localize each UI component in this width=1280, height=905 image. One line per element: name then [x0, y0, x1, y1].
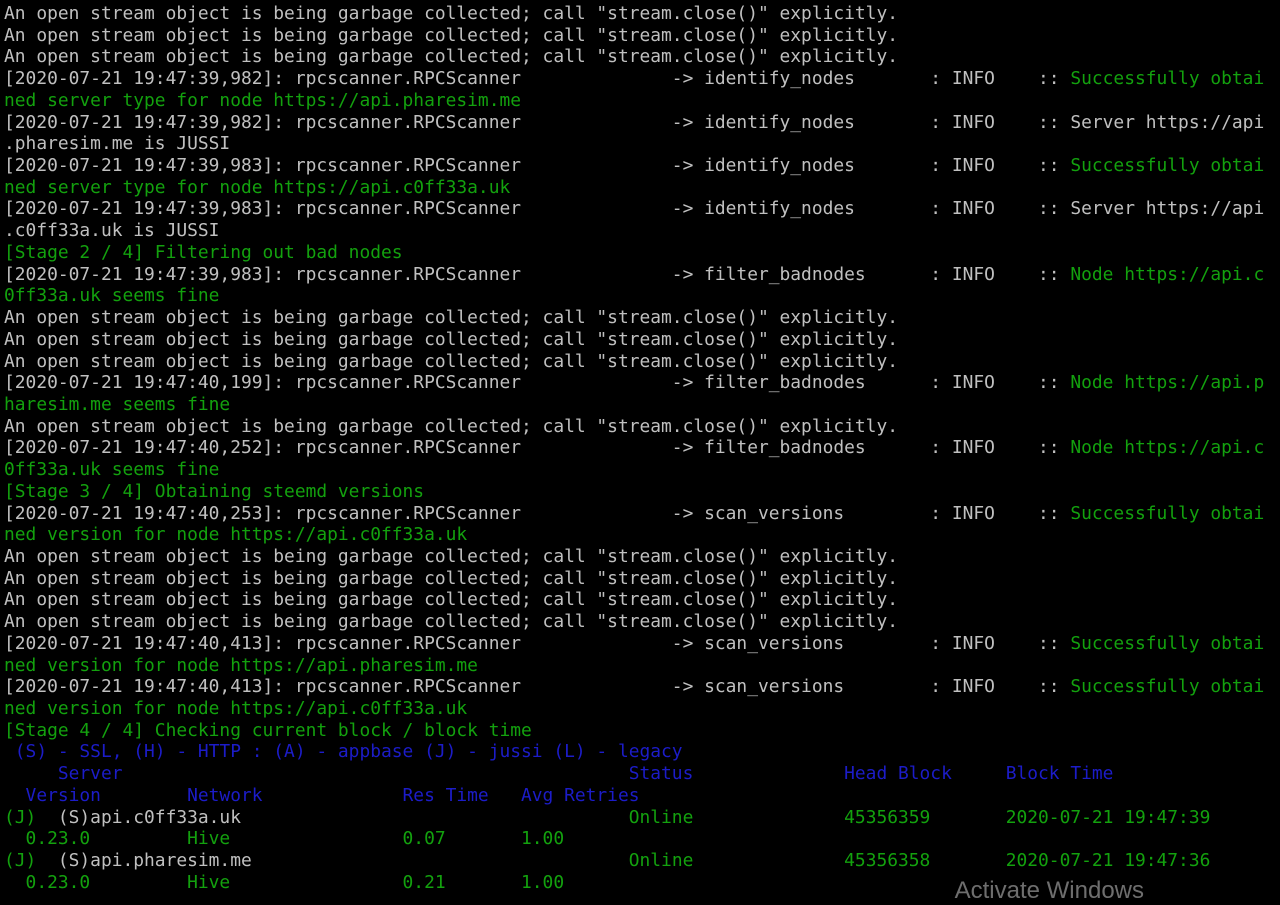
terminal-text-segment: Online 45356358 2020-07-21 19:47:36 — [251, 850, 1211, 872]
terminal-line: An open stream object is being garbage c… — [4, 611, 1280, 633]
terminal-line: [2020-07-21 19:47:39,983]: rpcscanner.RP… — [4, 264, 1280, 286]
terminal-output[interactable]: An open stream object is being garbage c… — [4, 3, 1280, 895]
terminal-text-segment: Successfully obtai — [1070, 68, 1265, 90]
terminal-text-segment: An open stream object is being garbage c… — [4, 307, 898, 329]
terminal-text-segment: [Stage 4 / 4] Checking current block / b… — [4, 719, 532, 741]
terminal-line: ned server type for node https://api.c0f… — [4, 177, 1280, 199]
terminal-text-segment: [2020-07-21 19:47:40,199]: rpcscanner.RP… — [4, 372, 1071, 394]
terminal-text-segment: .pharesim.me is JUSSI — [4, 133, 231, 155]
terminal-text-segment: [Stage 3 / 4] Obtaining steemd versions — [4, 480, 425, 502]
terminal-text-segment: Successfully obtai — [1070, 676, 1265, 698]
terminal-line: [2020-07-21 19:47:40,413]: rpcscanner.RP… — [4, 633, 1280, 655]
terminal-text-segment: .c0ff33a.uk is JUSSI — [4, 220, 220, 242]
terminal-text-segment: Node https://api.c — [1070, 263, 1265, 285]
terminal-text-segment: 0.23.0 Hive 0.07 1.00 — [4, 828, 565, 850]
terminal-line: An open stream object is being garbage c… — [4, 546, 1280, 568]
terminal-line: Version Network Res Time Avg Retries — [4, 785, 1280, 807]
terminal-line: ned server type for node https://api.pha… — [4, 90, 1280, 112]
terminal-text-segment: Successfully obtai — [1070, 502, 1265, 524]
terminal-text-segment: [Stage 2 / 4] Filtering out bad nodes — [4, 241, 403, 263]
terminal-text-segment: 0ff33a.uk seems fine — [4, 459, 220, 481]
terminal-text-segment: An open stream object is being garbage c… — [4, 46, 898, 68]
terminal-text-segment: [2020-07-21 19:47:39,983]: rpcscanner.RP… — [4, 263, 1071, 285]
terminal-text-segment: An open stream object is being garbage c… — [4, 567, 898, 589]
terminal-line: An open stream object is being garbage c… — [4, 25, 1280, 47]
terminal-line: [2020-07-21 19:47:39,983]: rpcscanner.RP… — [4, 198, 1280, 220]
terminal-line: [2020-07-21 19:47:40,252]: rpcscanner.RP… — [4, 437, 1280, 459]
terminal-line: haresim.me seems fine — [4, 394, 1280, 416]
terminal-text-segment: 0ff33a.uk seems fine — [4, 285, 220, 307]
terminal-text-segment: [2020-07-21 19:47:40,413]: rpcscanner.RP… — [4, 632, 1071, 654]
terminal-text-segment: (J) — [4, 850, 58, 872]
terminal-line: ned version for node https://api.c0ff33a… — [4, 698, 1280, 720]
terminal-text-segment: ned version for node https://api.c0ff33a… — [4, 524, 468, 546]
terminal-text-segment: Successfully obtai — [1070, 632, 1265, 654]
terminal-text-segment: [2020-07-21 19:47:39,983]: rpcscanner.RP… — [4, 155, 1071, 177]
terminal-text-segment: An open stream object is being garbage c… — [4, 415, 898, 437]
terminal-text-segment: An open stream object is being garbage c… — [4, 611, 898, 633]
terminal-text-segment: ned server type for node https://api.c0f… — [4, 176, 511, 198]
terminal-line: (J) (S)api.pharesim.me Online 45356358 2… — [4, 850, 1280, 872]
terminal-text-segment: Node https://api.p — [1070, 372, 1265, 394]
terminal-text-segment: (S) - SSL, (H) - HTTP : (A) - appbase (J… — [4, 741, 683, 763]
terminal-line: (J) (S)api.c0ff33a.uk Online 45356359 20… — [4, 807, 1280, 829]
terminal-line: [Stage 4 / 4] Checking current block / b… — [4, 720, 1280, 742]
terminal-line: [2020-07-21 19:47:40,253]: rpcscanner.RP… — [4, 503, 1280, 525]
terminal-line: An open stream object is being garbage c… — [4, 351, 1280, 373]
terminal-text-segment: ned version for node https://api.c0ff33a… — [4, 698, 468, 719]
terminal-line: An open stream object is being garbage c… — [4, 3, 1280, 25]
terminal-text-segment: [2020-07-21 19:47:39,983]: rpcscanner.RP… — [4, 198, 1265, 220]
terminal-line: [2020-07-21 19:47:40,413]: rpcscanner.RP… — [4, 676, 1280, 698]
terminal-line: An open stream object is being garbage c… — [4, 307, 1280, 329]
terminal-line: (S) - SSL, (H) - HTTP : (A) - appbase (J… — [4, 741, 1280, 763]
terminal-text-segment: An open stream object is being garbage c… — [4, 3, 898, 24]
terminal-text-segment: [2020-07-21 19:47:40,253]: rpcscanner.RP… — [4, 502, 1071, 524]
terminal-line: [2020-07-21 19:47:39,982]: rpcscanner.RP… — [4, 68, 1280, 90]
terminal-line: [2020-07-21 19:47:39,982]: rpcscanner.RP… — [4, 112, 1280, 134]
activate-windows-watermark: Activate Windows — [954, 877, 1144, 904]
terminal-line: [2020-07-21 19:47:39,983]: rpcscanner.RP… — [4, 155, 1280, 177]
terminal-line: 0ff33a.uk seems fine — [4, 459, 1280, 481]
terminal-line: An open stream object is being garbage c… — [4, 568, 1280, 590]
terminal-text-segment: An open stream object is being garbage c… — [4, 589, 898, 611]
terminal-text-segment: An open stream object is being garbage c… — [4, 328, 898, 350]
terminal-text-segment: [2020-07-21 19:47:40,252]: rpcscanner.RP… — [4, 437, 1071, 459]
terminal-text-segment: haresim.me seems fine — [4, 393, 231, 415]
terminal-line: 0ff33a.uk seems fine — [4, 285, 1280, 307]
terminal-text-segment: ned server type for node https://api.pha… — [4, 89, 522, 111]
terminal-text-segment: ned version for node https://api.pharesi… — [4, 654, 478, 676]
terminal-line: .c0ff33a.uk is JUSSI — [4, 220, 1280, 242]
terminal-line: .pharesim.me is JUSSI — [4, 133, 1280, 155]
terminal-text-segment: Online 45356359 2020-07-21 19:47:39 — [240, 806, 1211, 828]
terminal-text-segment: An open stream object is being garbage c… — [4, 350, 898, 372]
terminal-text-segment: (S)api.pharesim.me — [57, 850, 252, 872]
terminal-line: An open stream object is being garbage c… — [4, 416, 1280, 438]
terminal-text-segment: (J) — [4, 806, 58, 828]
terminal-line: 0.23.0 Hive 0.07 1.00 — [4, 828, 1280, 850]
terminal-text-segment: Successfully obtai — [1070, 155, 1265, 177]
terminal-line: An open stream object is being garbage c… — [4, 589, 1280, 611]
terminal-text-segment: [2020-07-21 19:47:40,413]: rpcscanner.RP… — [4, 676, 1071, 698]
terminal-text-segment: [2020-07-21 19:47:39,982]: rpcscanner.RP… — [4, 111, 1265, 133]
terminal-text-segment: 0.23.0 Hive 0.21 1.00 — [4, 871, 565, 893]
terminal-text-segment: An open stream object is being garbage c… — [4, 24, 898, 46]
terminal-line: Server Status Head Block Block Time — [4, 763, 1280, 785]
terminal-line: ned version for node https://api.pharesi… — [4, 655, 1280, 677]
terminal-text-segment: [2020-07-21 19:47:39,982]: rpcscanner.RP… — [4, 68, 1071, 90]
terminal-text-segment: (S)api.c0ff33a.uk — [57, 806, 241, 828]
terminal-text-segment: Version Network Res Time Avg Retries — [4, 784, 640, 806]
terminal-line: [Stage 3 / 4] Obtaining steemd versions — [4, 481, 1280, 503]
terminal-line: [2020-07-21 19:47:40,199]: rpcscanner.RP… — [4, 372, 1280, 394]
terminal-line: An open stream object is being garbage c… — [4, 329, 1280, 351]
terminal-text-segment: An open stream object is being garbage c… — [4, 545, 898, 567]
terminal-line: ned version for node https://api.c0ff33a… — [4, 524, 1280, 546]
terminal-line: [Stage 2 / 4] Filtering out bad nodes — [4, 242, 1280, 264]
terminal-text-segment: Server Status Head Block Block Time — [4, 763, 1114, 785]
terminal-line: An open stream object is being garbage c… — [4, 46, 1280, 68]
terminal-text-segment: Node https://api.c — [1070, 437, 1265, 459]
